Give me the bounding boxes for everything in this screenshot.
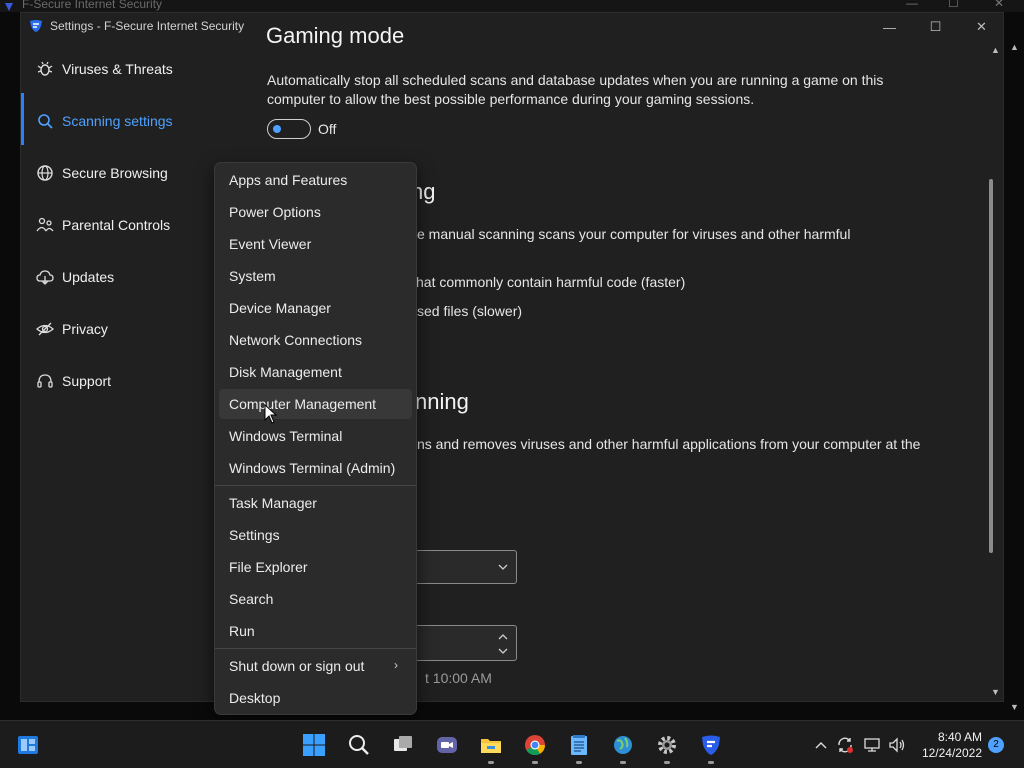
gaming-toggle-state: Off [318, 121, 337, 137]
sidebar-item-label: Secure Browsing [62, 165, 168, 181]
bug-icon [35, 59, 55, 79]
network-icon[interactable] [861, 734, 883, 756]
menu-item-disk-management[interactable]: Disk Management [219, 357, 412, 387]
taskbar: 8:40 AM 12/24/2022 2 [0, 720, 1024, 768]
eye-off-icon [35, 319, 55, 339]
menu-item-file-explorer[interactable]: File Explorer [219, 552, 412, 582]
chevron-right-icon: › [394, 658, 398, 672]
chevron-up-icon[interactable] [498, 633, 508, 641]
scan-option-all-files[interactable]: sed files (slower) [417, 302, 522, 321]
menu-separator [215, 648, 416, 649]
schedule-time-stepper[interactable] [406, 625, 517, 661]
menu-item-windows-terminal-admin[interactable]: Windows Terminal (Admin) [219, 453, 412, 483]
widgets-icon[interactable] [12, 729, 44, 761]
volume-icon[interactable] [886, 734, 908, 756]
scroll-down-icon[interactable]: ▼ [987, 685, 1003, 699]
sidebar-item-label: Support [62, 373, 112, 389]
mouse-cursor-icon [264, 404, 278, 424]
sync-icon[interactable] [834, 734, 856, 756]
menu-item-system[interactable]: System [219, 261, 412, 291]
gaming-description-line1: Automatically stop all scheduled scans a… [267, 72, 884, 88]
manual-scanning-description: e manual scanning scans your computer fo… [417, 226, 851, 242]
clock-time: 8:40 AM [937, 730, 982, 744]
fsecure-logo-icon [30, 20, 42, 32]
sidebar-item-label: Scanning settings [62, 113, 173, 129]
chrome-icon[interactable] [519, 729, 551, 764]
menu-item-computer-management[interactable]: Computer Management [219, 389, 412, 419]
fsecure-logo-icon [5, 3, 13, 11]
schedule-time-text: t 10:00 AM [425, 670, 492, 686]
background-window-titlebar: F-Secure Internet Security — ☐ ✕ [0, 0, 1024, 12]
gaming-description-line2: computer to allow the best possible perf… [267, 91, 755, 107]
chevron-down-icon [498, 564, 508, 570]
file-explorer-icon[interactable] [475, 729, 507, 764]
scheduled-scanning-description: ns and removes viruses and other harmful… [417, 436, 921, 452]
active-indicator [21, 93, 24, 145]
menu-item-apps-and-features[interactable]: Apps and Features [219, 165, 412, 195]
menu-item-desktop[interactable]: Desktop [219, 683, 412, 713]
sidebar-item-viruses-threats[interactable]: Viruses & Threats [21, 49, 251, 89]
family-icon [35, 215, 55, 235]
winx-context-menu: Apps and Features Power Options Event Vi… [214, 162, 417, 715]
menu-item-device-manager[interactable]: Device Manager [219, 293, 412, 323]
background-close-icon[interactable]: ✕ [994, 0, 1004, 10]
schedule-frequency-dropdown[interactable] [406, 550, 517, 584]
scan-option-fast[interactable]: hat commonly contain harmful code (faste… [416, 273, 685, 292]
teams-chat-icon[interactable] [431, 729, 463, 761]
notepad-icon[interactable] [563, 729, 595, 764]
scroll-up-icon[interactable]: ▲ [987, 43, 1003, 57]
menu-item-power-options[interactable]: Power Options [219, 197, 412, 227]
network-globe-icon[interactable] [607, 729, 639, 764]
window-title: Settings - F-Secure Internet Security [50, 19, 245, 33]
menu-item-network-connections[interactable]: Network Connections [219, 325, 412, 355]
menu-item-settings[interactable]: Settings [219, 520, 412, 550]
background-maximize-icon[interactable]: ☐ [948, 0, 959, 10]
cloud-icon [35, 267, 55, 287]
sidebar-item-label: Viruses & Threats [62, 61, 173, 77]
settings-gear-icon[interactable] [651, 729, 683, 764]
menu-item-event-viewer[interactable]: Event Viewer [219, 229, 412, 259]
content-scrollbar[interactable]: ▲ ▼ [987, 41, 1003, 701]
sidebar-item-label: Updates [62, 269, 115, 285]
notification-badge[interactable]: 2 [988, 737, 1004, 753]
system-clock[interactable]: 8:40 AM 12/24/2022 [912, 729, 982, 761]
background-window-title: F-Secure Internet Security [22, 0, 163, 11]
sidebar-item-label: Parental Controls [62, 217, 171, 233]
start-icon[interactable] [298, 729, 330, 761]
menu-item-label: Shut down or sign out [229, 658, 365, 674]
show-hidden-icons-chevron-icon[interactable] [810, 734, 832, 756]
chevron-down-icon[interactable] [498, 647, 508, 655]
search-icon[interactable] [343, 729, 375, 761]
menu-separator [215, 485, 416, 486]
gaming-mode-toggle[interactable] [267, 119, 311, 139]
scroll-thumb[interactable] [989, 179, 993, 553]
menu-item-search[interactable]: Search [219, 584, 412, 614]
gaming-mode-heading: Gaming mode [266, 23, 405, 48]
headset-icon [35, 371, 55, 391]
fsecure-taskbar-icon[interactable] [695, 729, 727, 764]
sidebar-item-scanning-settings[interactable]: Scanning settings [21, 93, 251, 145]
clock-date: 12/24/2022 [921, 746, 982, 760]
search-icon [35, 111, 55, 131]
scheduled-scanning-heading: nning [415, 389, 469, 414]
settings-window: Settings - F-Secure Internet Security — … [20, 12, 1004, 702]
background-minimize-icon[interactable]: — [906, 0, 918, 10]
menu-item-run[interactable]: Run [219, 616, 412, 646]
menu-item-windows-terminal[interactable]: Windows Terminal [219, 421, 412, 451]
menu-item-task-manager[interactable]: Task Manager [219, 488, 412, 518]
sidebar-item-label: Privacy [62, 321, 108, 337]
menu-item-shut-down[interactable]: Shut down or sign out › [219, 651, 412, 681]
task-view-icon[interactable] [387, 729, 419, 761]
globe-icon [35, 163, 55, 183]
background-scrollbar[interactable]: ▲ ▼ [1006, 12, 1024, 720]
